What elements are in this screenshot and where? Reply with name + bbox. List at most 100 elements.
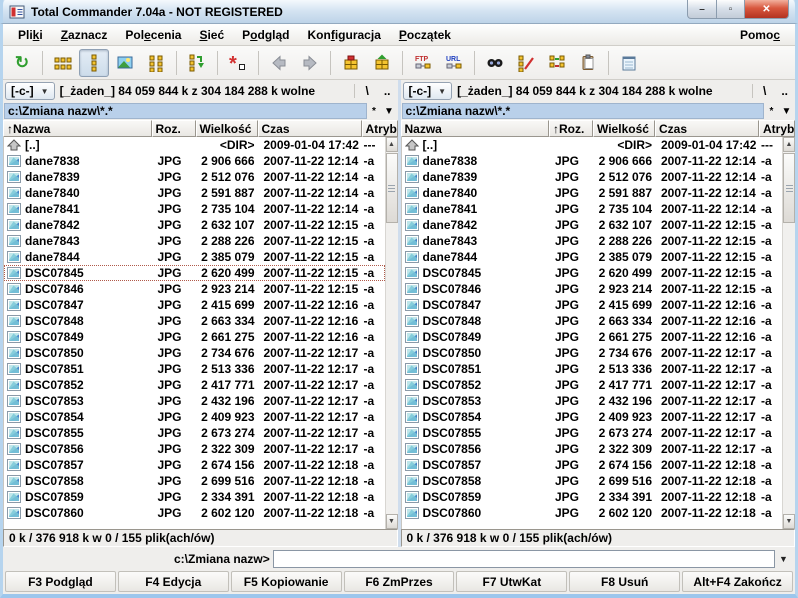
forward-button[interactable] [295,49,325,77]
file-row[interactable]: dane7839 JPG 2 512 076 2007-11-22 12:14 -a [4,169,385,185]
hotlist-star-icon[interactable]: * [367,106,382,117]
scroll-down-button[interactable]: ▼ [385,514,398,529]
file-row[interactable]: DSC07860 JPG 2 602 120 2007-11-22 12:18 -a [4,505,385,521]
file-row[interactable]: DSC07855 JPG 2 673 274 2007-11-22 12:17 -a [402,425,783,441]
file-row[interactable]: DSC07847 JPG 2 415 699 2007-11-22 12:16 -a [402,297,783,313]
multi-rename-button[interactable] [511,49,541,77]
column-header-ext[interactable]: Roz. [151,120,196,137]
file-row[interactable]: DSC07853 JPG 2 432 196 2007-11-22 12:17 -a [402,393,783,409]
history-dropdown-icon[interactable]: ▼ [779,106,794,117]
fkey-f7-utwkat[interactable]: F7 UtwKat [456,571,568,592]
file-row[interactable]: DSC07858 JPG 2 699 516 2007-11-22 12:18 -a [4,473,385,489]
fkey-f4-edycja[interactable]: F4 Edycja [117,571,229,592]
minimize-button[interactable]: – [687,0,717,19]
file-row[interactable]: DSC07846 JPG 2 923 214 2007-11-22 12:15 -a [402,281,783,297]
back-button[interactable] [264,49,294,77]
file-row[interactable]: DSC07860 JPG 2 602 120 2007-11-22 12:18 -a [402,505,783,521]
file-row[interactable]: DSC07848 JPG 2 663 334 2007-11-22 12:16 -a [4,313,385,329]
brief-view-button[interactable] [48,49,78,77]
menu-pocztek[interactable]: Początek [390,26,460,44]
file-row[interactable]: DSC07850 JPG 2 734 676 2007-11-22 12:17 -a [402,345,783,361]
file-row[interactable]: DSC07858 JPG 2 699 516 2007-11-22 12:18 -a [402,473,783,489]
file-row[interactable]: DSC07856 JPG 2 322 309 2007-11-22 12:17 -a [4,441,385,457]
scrollbar-thumb[interactable] [385,153,398,223]
scroll-up-button[interactable]: ▲ [385,137,398,152]
root-dir-button[interactable]: \ [360,84,373,98]
copy-properties-button[interactable] [573,49,603,77]
file-row[interactable]: dane7841 JPG 2 735 104 2007-11-22 12:14 -a [402,201,783,217]
file-row[interactable]: [..] <DIR> 2009-01-04 17:42 --- [402,137,783,153]
column-header-size[interactable]: Wielkość [195,120,258,137]
ftp-connect-button[interactable]: FTP [408,49,438,77]
file-row[interactable]: dane7838 JPG 2 906 666 2007-11-22 12:14 -a [4,153,385,169]
file-row[interactable]: DSC07854 JPG 2 409 923 2007-11-22 12:17 -a [4,409,385,425]
current-path[interactable]: c:\Zmiana nazw\*.* [401,103,764,119]
fkey-f5-kopiowanie[interactable]: F5 Kopiowanie [230,571,342,592]
file-row[interactable]: DSC07845 JPG 2 620 499 2007-11-22 12:15 -a [4,265,385,281]
maximize-button[interactable]: ▫ [717,0,745,19]
file-row[interactable]: DSC07851 JPG 2 513 336 2007-11-22 12:17 -a [402,361,783,377]
fkey-f8-usu-[interactable]: F8 Usuń [569,571,681,592]
menu-konfiguracja[interactable]: Konfiguracja [299,26,390,44]
file-row[interactable]: dane7842 JPG 2 632 107 2007-11-22 12:15 -a [4,217,385,233]
file-row[interactable]: DSC07859 JPG 2 334 391 2007-11-22 12:18 -a [4,489,385,505]
menu-zaznacz[interactable]: Zaznacz [52,26,117,44]
scroll-up-button[interactable]: ▲ [783,137,795,152]
menu-pomoc[interactable]: Pomoc [731,26,789,44]
file-row[interactable]: DSC07854 JPG 2 409 923 2007-11-22 12:17 -a [402,409,783,425]
drive-selector-left[interactable]: [-c-] ▼ [5,82,55,100]
file-row[interactable]: DSC07855 JPG 2 673 274 2007-11-22 12:17 -a [4,425,385,441]
menu-pliki[interactable]: Pliki [9,26,52,44]
full-view-button[interactable] [79,48,109,77]
file-row[interactable]: DSC07850 JPG 2 734 676 2007-11-22 12:17 -a [4,345,385,361]
file-row[interactable]: DSC07852 JPG 2 417 771 2007-11-22 12:17 -a [4,377,385,393]
menu-sie[interactable]: Sieć [190,26,233,44]
tree-view-button[interactable] [182,49,212,77]
branch-view-button[interactable]: * [223,49,253,77]
unpack-files-button[interactable] [367,49,397,77]
notepad-button[interactable] [614,49,644,77]
file-row[interactable]: dane7840 JPG 2 591 887 2007-11-22 12:14 -a [402,185,783,201]
column-header-time[interactable]: Czas [655,120,759,137]
column-header-attr[interactable]: Atryb [759,120,795,137]
file-row[interactable]: DSC07845 JPG 2 620 499 2007-11-22 12:15 -a [402,265,783,281]
file-row[interactable]: dane7844 JPG 2 385 079 2007-11-22 12:15 -a [4,249,385,265]
close-button[interactable]: ✕ [745,0,789,19]
menu-polecenia[interactable]: Polecenia [116,26,190,44]
file-row[interactable]: DSC07849 JPG 2 661 275 2007-11-22 12:16 -a [402,329,783,345]
fkey-f6-zmprzes[interactable]: F6 ZmPrzes [343,571,455,592]
thumbnails-view-button[interactable] [110,49,140,77]
file-row[interactable]: DSC07857 JPG 2 674 156 2007-11-22 12:18 -a [402,457,783,473]
sync-dirs-button[interactable] [542,49,572,77]
fkey-alt-f4-zako-cz[interactable]: Alt+F4 Zakończ [682,571,794,592]
column-header-size[interactable]: Wielkość [593,120,655,137]
root-dir-button[interactable]: \ [758,84,771,98]
history-dropdown-icon[interactable]: ▼ [382,106,397,117]
file-row[interactable]: dane7843 JPG 2 288 226 2007-11-22 12:15 -a [4,233,385,249]
file-row[interactable]: DSC07848 JPG 2 663 334 2007-11-22 12:16 -a [402,313,783,329]
parent-dir-button[interactable]: .. [379,84,396,98]
column-header-attr[interactable]: Atryb [361,120,398,137]
scrollbar-thumb[interactable] [783,153,795,223]
file-row[interactable]: DSC07859 JPG 2 334 391 2007-11-22 12:18 -a [402,489,783,505]
scroll-down-button[interactable]: ▼ [783,514,795,529]
file-row[interactable]: DSC07857 JPG 2 674 156 2007-11-22 12:18 -a [4,457,385,473]
column-header-time[interactable]: Czas [257,120,362,137]
pack-files-button[interactable] [336,49,366,77]
file-row[interactable]: dane7839 JPG 2 512 076 2007-11-22 12:14 -a [402,169,783,185]
file-row[interactable]: DSC07851 JPG 2 513 336 2007-11-22 12:17 -a [4,361,385,377]
file-row[interactable]: DSC07853 JPG 2 432 196 2007-11-22 12:17 -a [4,393,385,409]
file-row[interactable]: dane7841 JPG 2 735 104 2007-11-22 12:14 -a [4,201,385,217]
fkey-f3-podgl-d[interactable]: F3 Podgląd [5,571,116,592]
current-path[interactable]: c:\Zmiana nazw\*.* [4,103,367,119]
file-row[interactable]: dane7844 JPG 2 385 079 2007-11-22 12:15 -a [402,249,783,265]
drive-selector-right[interactable]: [-c-] ▼ [402,82,453,100]
column-header-name[interactable]: Nazwa [400,120,549,137]
file-row[interactable]: DSC07852 JPG 2 417 771 2007-11-22 12:17 -a [402,377,783,393]
file-row[interactable]: dane7843 JPG 2 288 226 2007-11-22 12:15 -a [402,233,783,249]
file-row[interactable]: dane7842 JPG 2 632 107 2007-11-22 12:15 -a [402,217,783,233]
file-row[interactable]: dane7840 JPG 2 591 887 2007-11-22 12:14 -a [4,185,385,201]
hotlist-star-icon[interactable]: * [764,106,779,117]
search-button[interactable] [480,49,510,77]
file-row[interactable]: DSC07846 JPG 2 923 214 2007-11-22 12:15 -a [4,281,385,297]
